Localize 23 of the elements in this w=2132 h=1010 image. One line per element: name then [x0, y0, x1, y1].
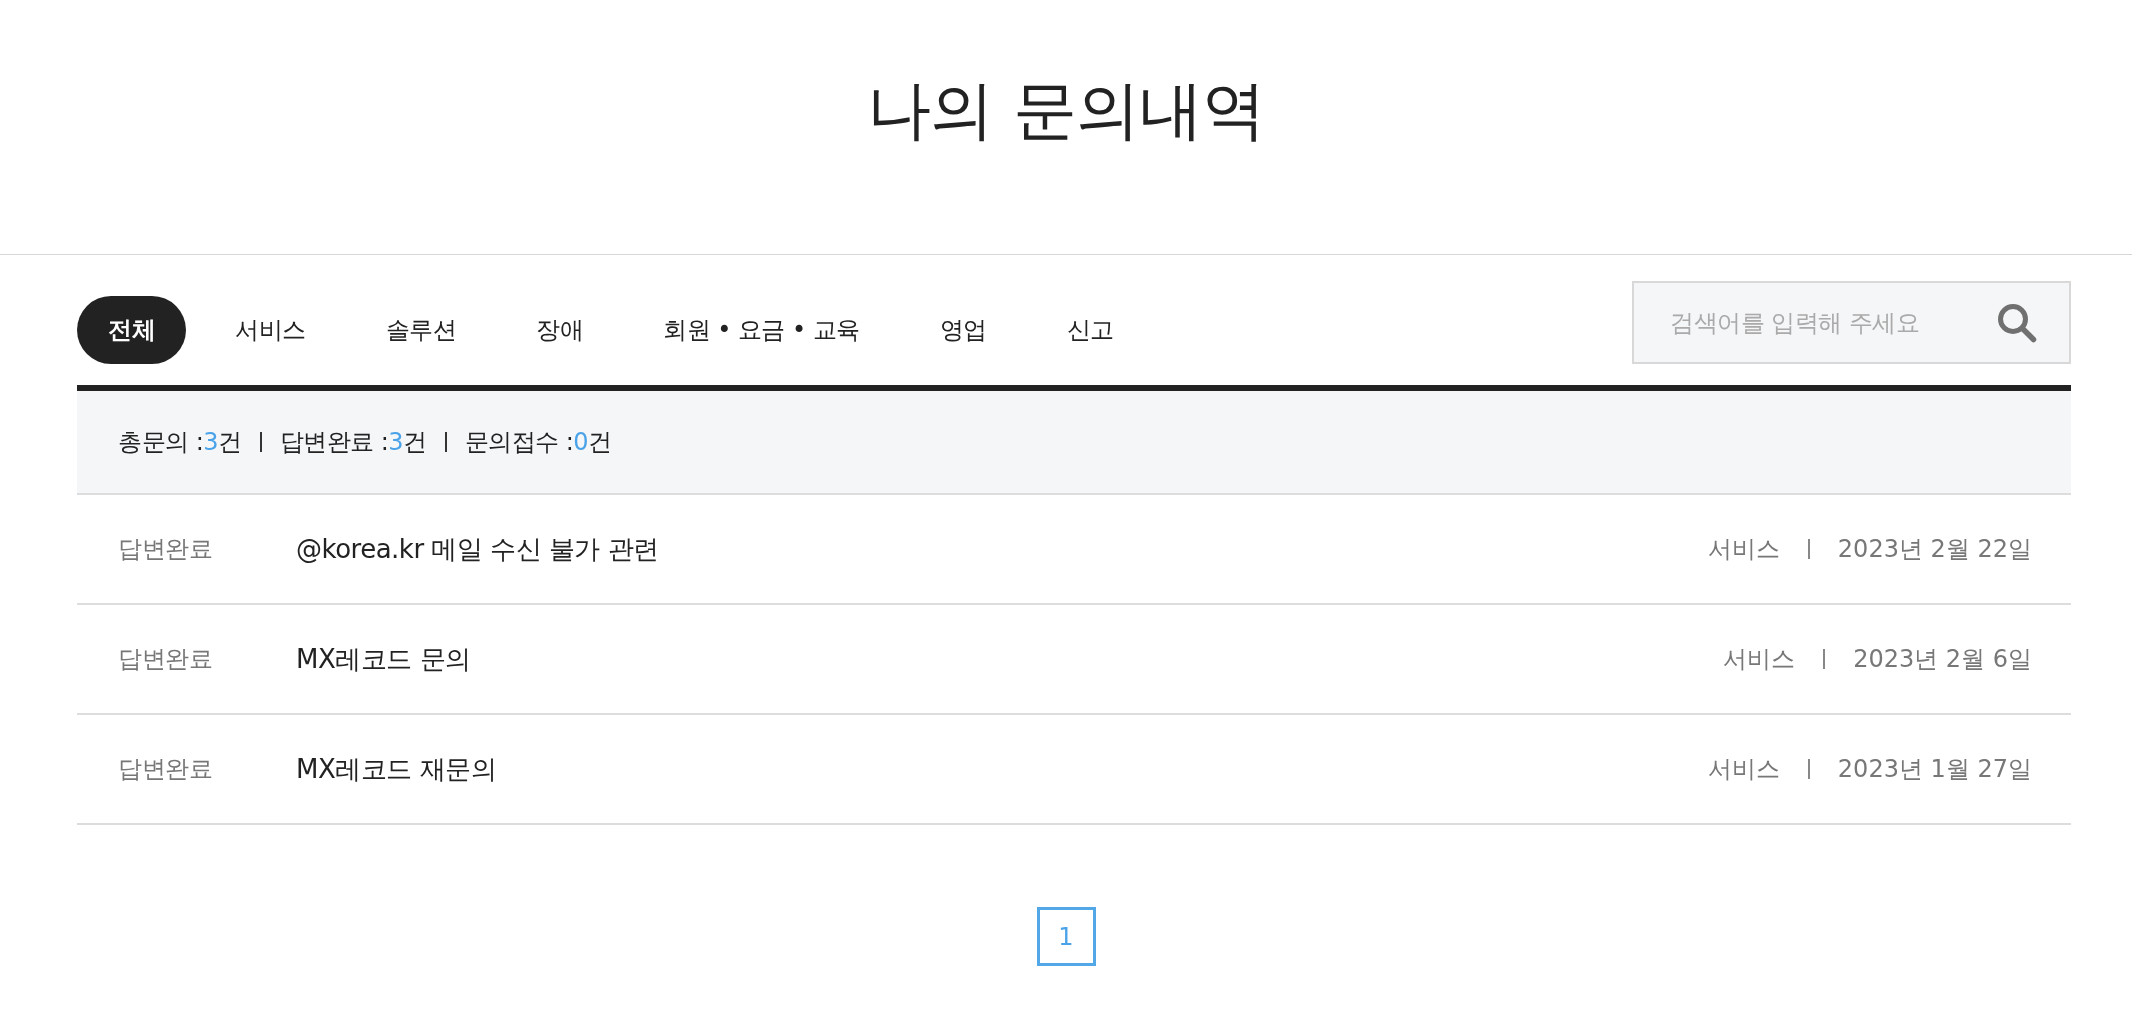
category-tab[interactable]: 전체 — [77, 296, 186, 364]
inquiry-title[interactable]: MX레코드 문의 — [296, 643, 471, 674]
category-label: 서비스 — [1723, 644, 1796, 675]
date-label: 2023년 1월 27일 — [1837, 754, 2032, 785]
date-label: 2023년 2월 6일 — [1853, 644, 2032, 675]
inquiry-title[interactable]: @korea.kr 메일 수신 불가 관련 — [296, 533, 659, 564]
summary-count: 답변완료 :3건 — [279, 427, 427, 458]
summary-count: 총문의 :3건 — [118, 427, 242, 458]
category-tab[interactable]: 서비스 — [204, 296, 337, 364]
status-label: 답변완료 — [118, 535, 212, 563]
category-tab[interactable]: 회원 • 요금 • 교육 — [632, 296, 891, 364]
summary-count: 문의접수 :0건 — [464, 427, 612, 458]
category-tab[interactable]: 솔루션 — [354, 296, 487, 364]
date-label: 2023년 2월 22일 — [1837, 534, 2032, 565]
category-tab[interactable]: 신고 — [1035, 296, 1145, 364]
category-label: 서비스 — [1707, 534, 1780, 565]
category-tab[interactable]: 장애 — [505, 296, 614, 364]
page-title: 나의 문의내역 — [867, 72, 1265, 149]
status-label: 답변완료 — [118, 755, 212, 783]
inquiry-title[interactable]: MX레코드 재문의 — [296, 753, 496, 784]
category-tab[interactable]: 영업 — [908, 296, 1018, 364]
category-label: 서비스 — [1707, 754, 1780, 785]
status-label: 답변완료 — [118, 645, 212, 673]
